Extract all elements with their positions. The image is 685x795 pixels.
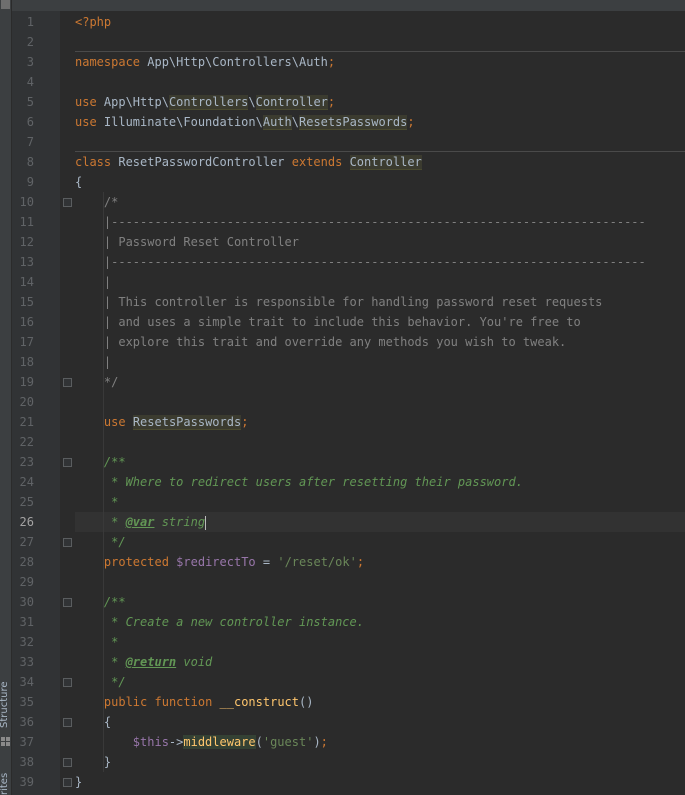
code-line[interactable]: | Password Reset Controller xyxy=(75,232,685,252)
code-line[interactable]: use Illuminate\Foundation\Auth\ResetsPas… xyxy=(75,112,685,132)
code-line[interactable]: | and uses a simple trait to include thi… xyxy=(75,312,685,332)
code-line[interactable]: * @return void xyxy=(75,652,685,672)
code-line[interactable]: namespace App\Http\Controllers\Auth; xyxy=(75,52,685,72)
code-line[interactable] xyxy=(75,32,685,52)
code-line[interactable]: * Create a new controller instance. xyxy=(75,612,685,632)
fold-marker-icon[interactable] xyxy=(63,778,72,787)
line-number: 31 xyxy=(19,615,34,629)
fold-marker-icon[interactable] xyxy=(63,458,72,467)
code-line[interactable]: */ xyxy=(75,532,685,552)
favorites-tool-tab[interactable]: rites xyxy=(0,765,11,795)
code-line[interactable]: */ xyxy=(75,672,685,692)
line-number: 14 xyxy=(19,275,34,289)
code-line[interactable]: |---------------------------------------… xyxy=(75,212,685,232)
line-number: 18 xyxy=(19,355,34,369)
line-number: 33 xyxy=(19,655,34,669)
line-number: 13 xyxy=(19,255,34,269)
line-number: 19 xyxy=(19,375,34,389)
line-number: 39 xyxy=(19,775,34,789)
line-number: 30 xyxy=(19,595,34,609)
fold-marker-icon[interactable] xyxy=(63,378,72,387)
line-number: 10 xyxy=(19,195,34,209)
code-line[interactable]: |---------------------------------------… xyxy=(75,252,685,272)
code-line[interactable]: */ xyxy=(75,372,685,392)
code-line[interactable]: | xyxy=(75,352,685,372)
code-line[interactable]: } xyxy=(75,752,685,772)
line-number: 26 xyxy=(19,515,34,529)
line-number: 34 xyxy=(19,675,34,689)
code-line[interactable]: use ResetsPasswords; xyxy=(75,412,685,432)
code-line[interactable]: * xyxy=(75,632,685,652)
code-line[interactable]: * Where to redirect users after resettin… xyxy=(75,472,685,492)
code-line[interactable] xyxy=(75,432,685,452)
code-line[interactable] xyxy=(75,392,685,412)
code-line[interactable]: protected $redirectTo = '/reset/ok'; xyxy=(75,552,685,572)
code-line[interactable] xyxy=(75,572,685,592)
line-number: 21 xyxy=(19,415,34,429)
code-line[interactable]: { xyxy=(75,172,685,192)
code-line[interactable]: * @var string xyxy=(75,512,685,532)
line-number: 27 xyxy=(19,535,34,549)
line-number: 23 xyxy=(19,455,34,469)
code-line[interactable] xyxy=(75,132,685,152)
text-caret xyxy=(205,515,207,530)
fold-marker-icon[interactable] xyxy=(63,758,72,767)
line-number: 28 xyxy=(19,555,34,569)
code-line[interactable] xyxy=(75,72,685,92)
fold-marker-icon[interactable] xyxy=(63,598,72,607)
code-line[interactable]: | explore this trait and override any me… xyxy=(75,332,685,352)
line-number: 25 xyxy=(19,495,34,509)
indent-guide xyxy=(103,192,104,772)
line-number: 1 xyxy=(26,15,34,29)
project-tool-icon[interactable] xyxy=(1,0,10,9)
structure-tool-tab[interactable]: Structure xyxy=(0,672,11,728)
left-tool-strip: Structure rites xyxy=(0,0,12,795)
code-line[interactable]: /* xyxy=(75,192,685,212)
structure-icon[interactable] xyxy=(1,737,10,746)
fold-marker-icon[interactable] xyxy=(63,718,72,727)
code-line[interactable]: /** xyxy=(75,452,685,472)
line-number: 3 xyxy=(26,55,34,69)
code-line[interactable]: | This controller is responsible for han… xyxy=(75,292,685,312)
line-number: 35 xyxy=(19,695,34,709)
code-line[interactable]: } xyxy=(75,772,685,792)
line-number: 2 xyxy=(26,35,34,49)
line-number: 5 xyxy=(26,95,34,109)
line-number: 8 xyxy=(26,155,34,169)
line-number: 36 xyxy=(19,715,34,729)
line-number: 7 xyxy=(26,135,34,149)
line-number: 6 xyxy=(26,115,34,129)
code-line[interactable]: { xyxy=(75,712,685,732)
line-number: 11 xyxy=(19,215,34,229)
line-number: 38 xyxy=(19,755,34,769)
code-line[interactable]: <?php xyxy=(75,12,685,32)
line-number: 20 xyxy=(19,395,34,409)
line-number: 17 xyxy=(19,335,34,349)
line-number: 29 xyxy=(19,575,34,589)
line-number: 32 xyxy=(19,635,34,649)
line-number: 15 xyxy=(19,295,34,309)
line-number: 9 xyxy=(26,175,34,189)
code-line[interactable]: class ResetPasswordController extends Co… xyxy=(75,152,685,172)
code-line[interactable]: $this->middleware('guest'); xyxy=(75,732,685,752)
code-line[interactable]: use App\Http\Controllers\Controller; xyxy=(75,92,685,112)
line-number: 22 xyxy=(19,435,34,449)
code-line[interactable]: public function __construct() xyxy=(75,692,685,712)
line-number: 37 xyxy=(19,735,34,749)
fold-marker-icon[interactable] xyxy=(63,198,72,207)
code-line[interactable]: /** xyxy=(75,592,685,612)
line-number: 16 xyxy=(19,315,34,329)
fold-marker-icon[interactable] xyxy=(63,678,72,687)
code-line[interactable]: * xyxy=(75,492,685,512)
line-number: 24 xyxy=(19,475,34,489)
line-number: 4 xyxy=(26,75,34,89)
line-number: 12 xyxy=(19,235,34,249)
fold-marker-icon[interactable] xyxy=(63,538,72,547)
code-line[interactable]: | xyxy=(75,272,685,292)
